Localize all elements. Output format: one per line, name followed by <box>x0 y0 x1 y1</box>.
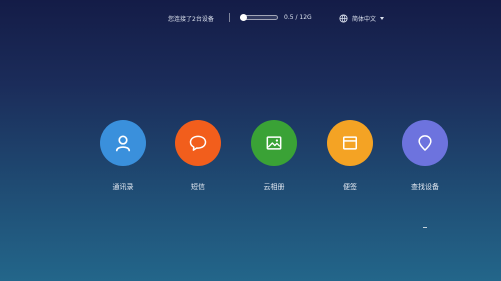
storage-usage-indicator <box>240 14 247 21</box>
app-label-cloud-album: 云相册 <box>263 183 285 191</box>
top-status-bar: 您连接了2台设备 0.5 / 12G 简体中文 <box>0 10 501 26</box>
language-label: 简体中文 <box>352 15 377 23</box>
device-connection-status: 您连接了2台设备 <box>168 16 214 23</box>
photo-icon <box>266 136 282 150</box>
find-device-circle <box>402 120 448 166</box>
cloud-service-home: 您连接了2台设备 0.5 / 12G 简体中文 通讯录 短信 云相册 便签 查找… <box>0 0 501 281</box>
decorative-dash <box>423 227 427 228</box>
app-label-messages: 短信 <box>191 183 205 191</box>
app-cloud-album[interactable]: 云相册 <box>244 120 304 192</box>
caret-down-icon <box>380 16 385 20</box>
contacts-person-icon <box>115 135 131 152</box>
notes-window-icon <box>343 136 357 150</box>
messages-circle <box>175 120 221 166</box>
notes-circle <box>327 120 373 166</box>
language-selector[interactable]: 简体中文 <box>339 10 385 26</box>
topbar-divider <box>229 13 230 22</box>
app-contacts[interactable]: 通讯录 <box>93 120 153 192</box>
chat-bubble-icon <box>189 135 207 151</box>
app-label-find-device: 查找设备 <box>411 183 439 191</box>
album-circle <box>251 120 297 166</box>
storage-usage-text: 0.5 / 12G <box>284 14 312 21</box>
globe-icon <box>339 13 348 23</box>
app-label-contacts: 通讯录 <box>112 183 134 191</box>
app-notes[interactable]: 便签 <box>320 120 380 192</box>
app-messages[interactable]: 短信 <box>168 120 228 192</box>
contacts-circle <box>100 120 146 166</box>
app-label-notes: 便签 <box>343 183 357 191</box>
location-pin-icon <box>418 135 432 151</box>
app-find-device[interactable]: 查找设备 <box>395 120 455 192</box>
